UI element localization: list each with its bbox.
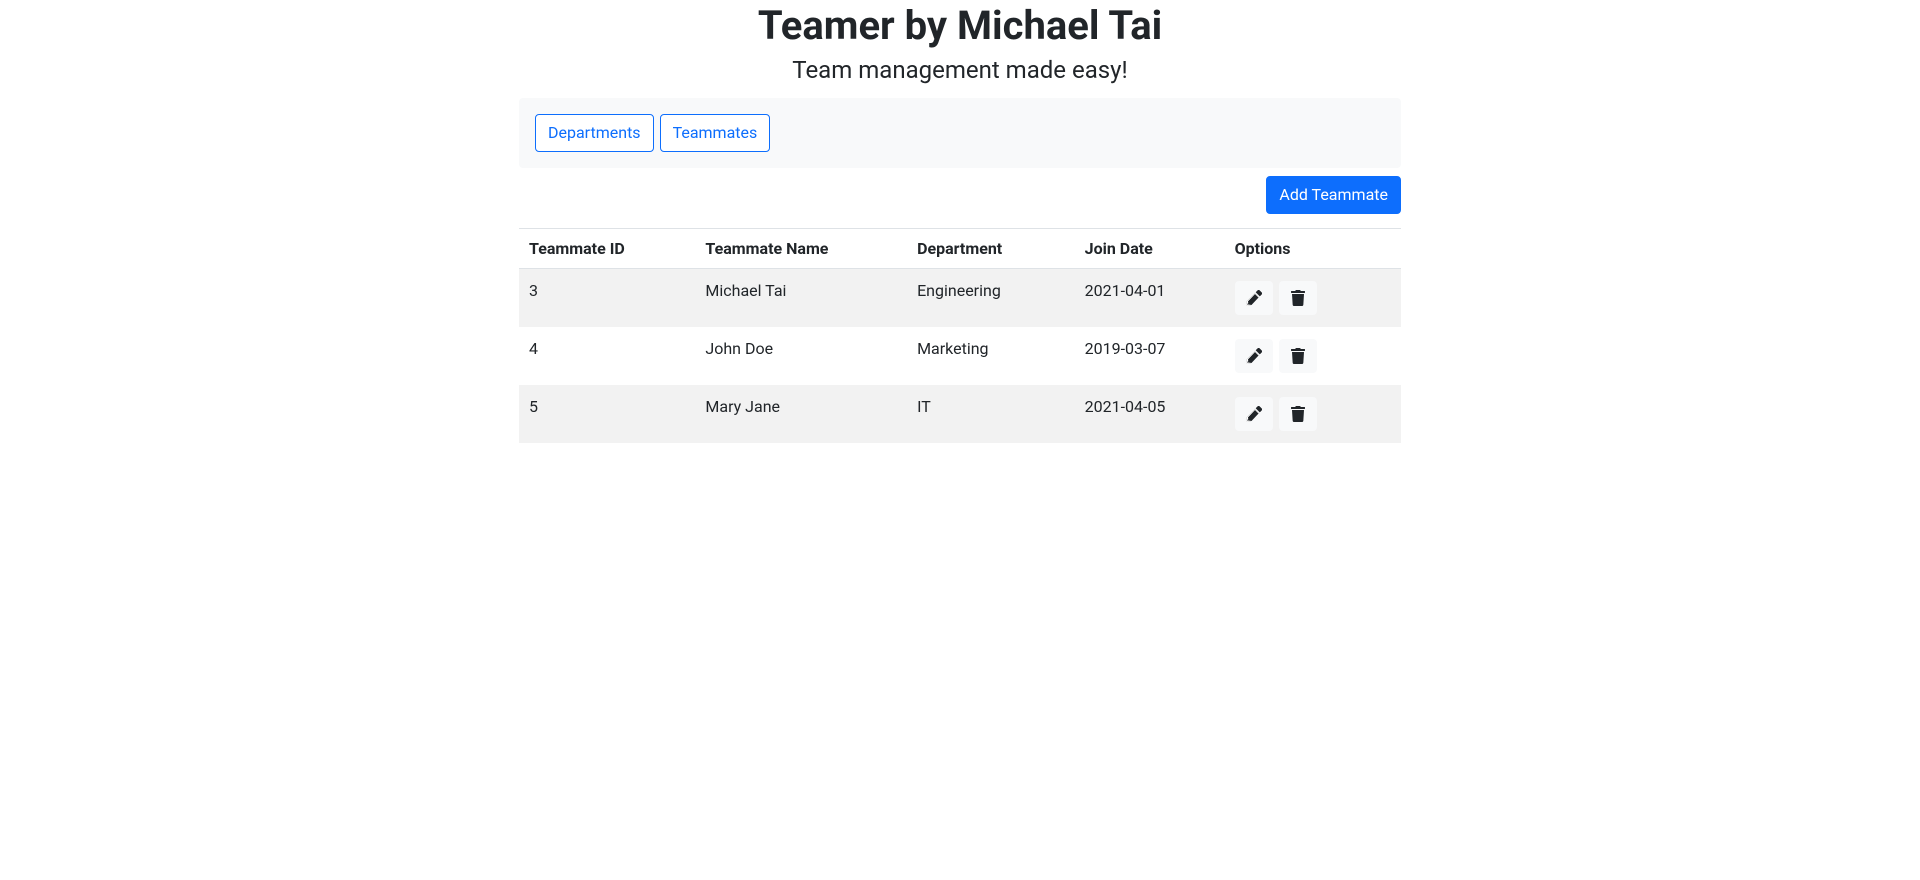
edit-icon [1246,406,1262,422]
teammates-table: Teammate ID Teammate Name Department Joi… [519,228,1401,443]
cell-name: Mary Jane [695,385,907,443]
col-header-name: Teammate Name [695,229,907,269]
col-header-options: Options [1225,229,1401,269]
nav-teammates-button[interactable]: Teammates [660,114,771,152]
cell-join-date: 2021-04-01 [1075,269,1225,328]
delete-button[interactable] [1279,397,1317,431]
action-bar: Add Teammate [519,168,1401,222]
edit-button[interactable] [1235,281,1273,315]
delete-button[interactable] [1279,339,1317,373]
table-row: 3 Michael Tai Engineering 2021-04-01 [519,269,1401,328]
page-title: Teamer by Michael Tai [519,2,1401,50]
edit-icon [1246,348,1262,364]
edit-icon [1246,290,1262,306]
trash-icon [1290,406,1306,422]
nav-bar: Departments Teammates [519,98,1401,168]
trash-icon [1290,290,1306,306]
cell-join-date: 2021-04-05 [1075,385,1225,443]
page-subtitle: Team management made easy! [519,56,1401,84]
cell-department: Marketing [907,327,1075,385]
cell-name: John Doe [695,327,907,385]
edit-button[interactable] [1235,397,1273,431]
cell-options [1225,269,1401,328]
cell-name: Michael Tai [695,269,907,328]
cell-join-date: 2019-03-07 [1075,327,1225,385]
add-teammate-button[interactable]: Add Teammate [1266,176,1401,214]
col-header-id: Teammate ID [519,229,695,269]
trash-icon [1290,348,1306,364]
cell-options [1225,327,1401,385]
cell-id: 5 [519,385,695,443]
cell-id: 4 [519,327,695,385]
nav-departments-button[interactable]: Departments [535,114,654,152]
cell-department: IT [907,385,1075,443]
cell-department: Engineering [907,269,1075,328]
delete-button[interactable] [1279,281,1317,315]
table-row: 5 Mary Jane IT 2021-04-05 [519,385,1401,443]
col-header-join-date: Join Date [1075,229,1225,269]
edit-button[interactable] [1235,339,1273,373]
cell-options [1225,385,1401,443]
col-header-department: Department [907,229,1075,269]
table-row: 4 John Doe Marketing 2019-03-07 [519,327,1401,385]
cell-id: 3 [519,269,695,328]
